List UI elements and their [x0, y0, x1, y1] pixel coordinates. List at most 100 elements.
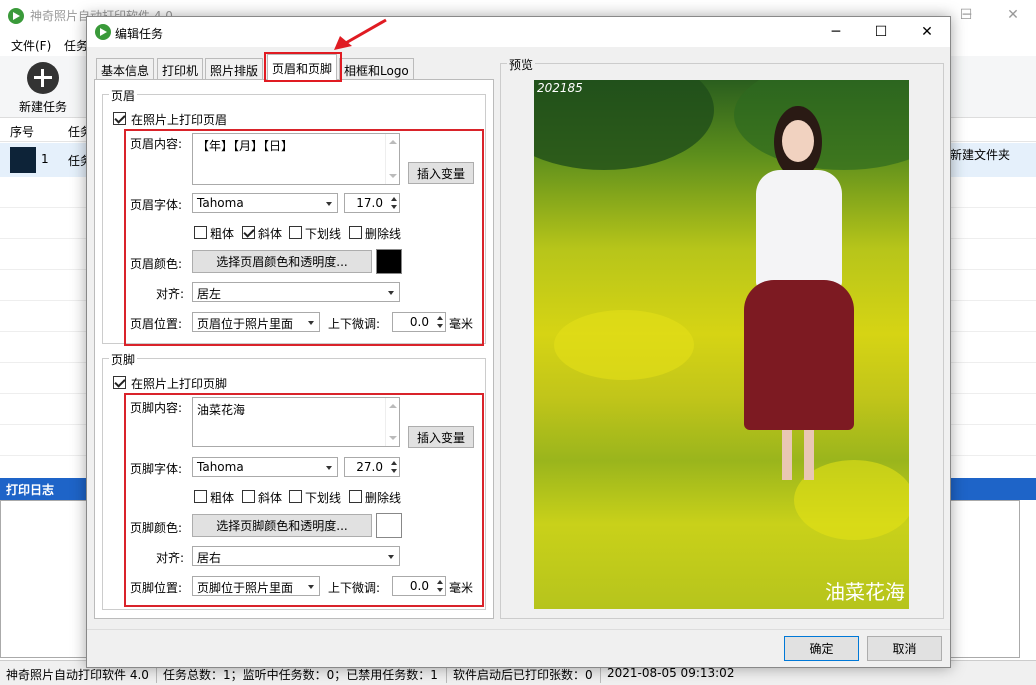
preview-footer-text: 油菜花海	[825, 580, 905, 604]
footer-content-input[interactable]: 油菜花海	[192, 397, 400, 447]
menu-file[interactable]: 文件(F)	[11, 37, 51, 54]
footer-content-scrollbar[interactable]	[385, 398, 399, 446]
tab-printer[interactable]: 打印机	[157, 58, 204, 79]
dialog-close-button[interactable]: ✕	[904, 17, 950, 47]
menu-task[interactable]: 任务	[64, 37, 88, 54]
footer-size-stepper[interactable]: 27.0	[344, 457, 400, 477]
footer-size-value: 27.0	[356, 460, 383, 474]
header-insert-variable-button[interactable]: 插入变量	[408, 162, 474, 184]
row-index: 1	[41, 152, 49, 166]
status-app-name: 神奇照片自动打印软件 4.0	[6, 668, 149, 682]
header-content-value: 【年】【月】【日】	[197, 139, 294, 153]
chevron-down-icon	[388, 555, 394, 559]
footer-underline-label: 下划线	[305, 491, 342, 505]
preview-header-text: 202185	[537, 81, 583, 95]
spin-up-icon[interactable]	[437, 316, 443, 320]
footer-bold-checkbox[interactable]	[194, 490, 207, 503]
header-offset-label: 上下微调:	[328, 317, 381, 331]
header-bold-label: 粗体	[210, 227, 235, 241]
footer-align-label: 对齐:	[156, 551, 185, 565]
spin-down-icon[interactable]	[391, 469, 397, 473]
dialog-title: 编辑任务	[115, 27, 164, 41]
chevron-down-icon	[308, 321, 314, 325]
footer-font-label: 页脚字体:	[130, 462, 183, 476]
spin-down-icon[interactable]	[437, 324, 443, 328]
header-enable-checkbox[interactable]	[113, 112, 126, 125]
header-underline-checkbox[interactable]	[289, 226, 302, 239]
header-bold-checkbox[interactable]	[194, 226, 207, 239]
new-task-button[interactable]: 新建任务	[12, 60, 74, 116]
header-size-stepper[interactable]: 17.0	[344, 193, 400, 213]
footer-enable-label: 在照片上打印页脚	[131, 377, 228, 391]
footer-content-value: 油菜花海	[197, 403, 246, 417]
row-folder: 新建文件夹	[950, 148, 1011, 162]
chevron-down-icon	[308, 585, 314, 589]
ok-button[interactable]: 确定	[784, 636, 859, 661]
header-strike-label: 删除线	[365, 227, 402, 241]
new-task-label: 新建任务	[18, 100, 67, 114]
footer-underline-checkbox[interactable]	[289, 490, 302, 503]
header-italic-checkbox[interactable]	[242, 226, 255, 239]
header-unit-label: 毫米	[449, 317, 474, 331]
footer-italic-checkbox[interactable]	[242, 490, 255, 503]
status-printed-count: 软件启动后已打印张数：0	[453, 668, 593, 682]
header-strike-checkbox[interactable]	[349, 226, 362, 239]
dialog-maximize-button[interactable]: ☐	[858, 17, 904, 47]
chevron-down-icon	[326, 202, 332, 206]
footer-content-label: 页脚内容:	[130, 401, 183, 415]
header-align-label: 对齐:	[156, 287, 185, 301]
status-task-counts: 任务总数：1；监听中任务数：0；已禁用任务数：1	[163, 668, 438, 682]
header-position-label: 页眉位置:	[130, 317, 183, 331]
dialog-minimize-button[interactable]: ─	[813, 17, 859, 47]
header-color-swatch[interactable]	[376, 249, 402, 274]
header-color-button[interactable]: 选择页眉颜色和透明度...	[192, 250, 372, 273]
footer-font-select[interactable]: Tahoma	[192, 457, 338, 477]
cancel-button[interactable]: 取消	[867, 636, 942, 661]
header-font-value: Tahoma	[197, 196, 244, 210]
footer-settings-frame: 页脚内容: 油菜花海 插入变量 页脚字体: Tahoma 27.0 粗体 斜体	[124, 393, 484, 607]
main-close-button[interactable]: ✕	[990, 0, 1036, 30]
tab-header-footer[interactable]: 页眉和页脚	[267, 54, 338, 80]
footer-position-select[interactable]: 页脚位于照片里面	[192, 576, 320, 596]
footer-enable-checkbox[interactable]	[113, 376, 126, 389]
footer-color-button[interactable]: 选择页脚颜色和透明度...	[192, 514, 372, 537]
column-header-index[interactable]: 序号	[10, 123, 34, 140]
header-align-select[interactable]: 居左	[192, 282, 400, 302]
header-underline-label: 下划线	[305, 227, 342, 241]
spin-up-icon[interactable]	[391, 197, 397, 201]
photo-white-shirt	[756, 170, 842, 290]
tab-photo-layout[interactable]: 照片排版	[205, 58, 264, 79]
spin-down-icon[interactable]	[437, 588, 443, 592]
header-offset-stepper[interactable]: 0.0	[392, 312, 446, 332]
preview-title: 预览	[507, 56, 536, 73]
spin-down-icon[interactable]	[391, 205, 397, 209]
tab-basic-info[interactable]: 基本信息	[96, 58, 155, 79]
chevron-down-icon	[326, 466, 332, 470]
footer-offset-stepper[interactable]: 0.0	[392, 576, 446, 596]
header-enable-label: 在照片上打印页眉	[131, 113, 228, 127]
footer-insert-variable-button[interactable]: 插入变量	[408, 426, 474, 448]
dialog-titlebar: 编辑任务 ─ ☐ ✕	[87, 17, 950, 47]
header-font-label: 页眉字体:	[130, 198, 183, 212]
photo-leg	[782, 430, 792, 480]
header-position-select[interactable]: 页眉位于照片里面	[192, 312, 320, 332]
spin-up-icon[interactable]	[437, 580, 443, 584]
header-font-select[interactable]: Tahoma	[192, 193, 338, 213]
footer-offset-label: 上下微调:	[328, 581, 381, 595]
app-logo-icon	[95, 24, 111, 40]
footer-strike-checkbox[interactable]	[349, 490, 362, 503]
photo-face	[782, 120, 814, 162]
footer-color-swatch[interactable]	[376, 513, 402, 538]
header-content-scrollbar[interactable]	[385, 134, 399, 184]
photo-shadow-area	[734, 80, 909, 170]
spin-up-icon[interactable]	[391, 461, 397, 465]
chevron-down-icon	[388, 291, 394, 295]
footer-strike-label: 删除线	[365, 491, 402, 505]
preview-photo: 202185 油菜花海	[534, 80, 909, 609]
footer-font-value: Tahoma	[197, 460, 244, 474]
header-content-input[interactable]: 【年】【月】【日】	[192, 133, 400, 185]
tab-frame-logo[interactable]: 相框和Logo	[339, 58, 414, 79]
footer-align-select[interactable]: 居右	[192, 546, 400, 566]
photo-leg	[804, 430, 814, 480]
footer-bold-label: 粗体	[210, 491, 235, 505]
